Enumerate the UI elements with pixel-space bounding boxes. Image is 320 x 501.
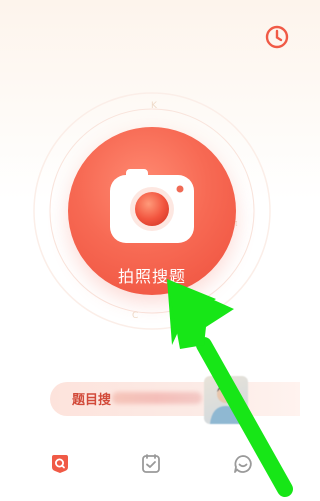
chat-bubble-icon [234, 455, 252, 473]
check-square-icon [142, 454, 160, 473]
blurred-promo-text [112, 392, 202, 404]
search-home-icon [52, 455, 68, 473]
clock-icon [265, 25, 289, 49]
teacher-avatar [204, 376, 248, 424]
person-icon [210, 384, 242, 424]
bottom-tab-bar [0, 445, 300, 501]
topic-search-label: 题目搜 [72, 393, 112, 408]
tab-search-home[interactable] [49, 453, 71, 475]
tab-check[interactable] [140, 453, 162, 475]
camera-button-label: 拍照搜题 [117, 267, 186, 286]
camera-icon [110, 169, 194, 243]
photo-search-button[interactable]: 拍照搜题 [68, 127, 236, 295]
tab-chat[interactable] [232, 453, 254, 475]
history-button[interactable] [262, 22, 292, 52]
svg-text:C: C [132, 311, 138, 321]
